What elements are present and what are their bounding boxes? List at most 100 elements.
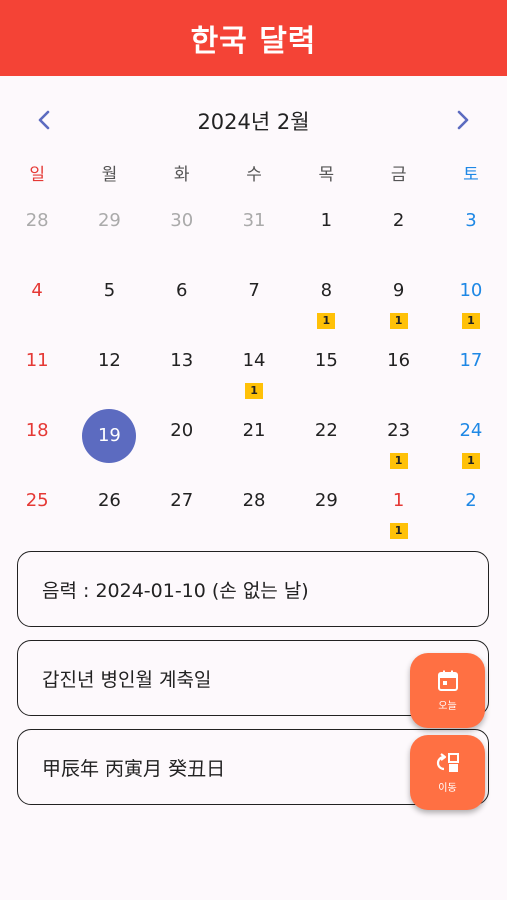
calendar-day[interactable]: 26 — [73, 479, 145, 549]
day-number: 9 — [392, 280, 405, 301]
weekday-fri: 금 — [390, 165, 407, 185]
day-number: 7 — [248, 280, 260, 301]
day-number: 26 — [97, 490, 121, 511]
day-number: 30 — [170, 210, 194, 231]
day-number: 22 — [314, 420, 338, 441]
day-number: 29 — [97, 210, 121, 231]
event-count-badge: 1 — [317, 313, 336, 329]
calendar-day[interactable]: 28 — [1, 199, 73, 269]
calendar-day[interactable]: 11 — [1, 339, 73, 409]
calendar-day[interactable]: 6 — [146, 269, 218, 339]
day-number: 28 — [25, 210, 49, 231]
move-button-label: 이동 — [438, 783, 457, 794]
day-number: 13 — [170, 350, 194, 371]
day-number: 23 — [387, 420, 411, 441]
app-bar: 한국 달력 — [0, 0, 507, 76]
day-number: 21 — [242, 420, 266, 441]
calendar-day[interactable]: 2 — [435, 479, 507, 549]
calendar-day[interactable]: 2 — [362, 199, 434, 269]
event-count-badge: 1 — [461, 313, 480, 329]
calendar-day[interactable]: 29 — [73, 199, 145, 269]
weekday-sat: 토 — [463, 165, 479, 185]
calendar-day[interactable]: 16 — [362, 339, 434, 409]
month-title: 2024년 2월 — [197, 110, 310, 134]
calendar-day[interactable]: 28 — [218, 479, 290, 549]
calendar-day[interactable]: 7 — [218, 269, 290, 339]
calendar-day[interactable]: 31 — [218, 199, 290, 269]
day-number: 20 — [170, 420, 194, 441]
today-button-label: 오늘 — [438, 701, 457, 712]
calendar-day[interactable]: 10 1 — [435, 269, 507, 339]
day-number: 4 — [31, 280, 43, 301]
day-number: 11 — [25, 350, 49, 371]
month-navigation: 2024년 2월 — [0, 98, 507, 142]
weekday-tue: 화 — [173, 165, 190, 185]
calendar-day[interactable]: 27 — [146, 479, 218, 549]
event-count-badge: 1 — [245, 383, 264, 399]
day-number: 28 — [242, 490, 266, 511]
weekday-thu: 목 — [318, 165, 335, 185]
day-number: 12 — [97, 350, 121, 371]
day-number: 25 — [25, 490, 49, 511]
calendar-days: 28 29 30 31 1 2 3 4 5 6 7 8 1 9 1 10 1 11 12 13 14 1 15 16 17 18 1… — [1, 199, 507, 549]
calendar-day[interactable]: 20 — [146, 409, 218, 479]
day-number: 17 — [459, 350, 483, 371]
ganji-korean-text: 갑진년 병인월 계축일 — [42, 668, 212, 691]
day-number: 19 — [97, 425, 121, 446]
day-number: 14 — [242, 350, 266, 371]
day-number: 29 — [314, 490, 338, 511]
calendar-day[interactable]: 23 1 — [362, 409, 434, 479]
next-month-button[interactable] — [441, 98, 485, 142]
calendar-day[interactable]: 29 — [290, 479, 362, 549]
calendar-day[interactable]: 24 1 — [435, 409, 507, 479]
calendar-day[interactable]: 13 — [146, 339, 218, 409]
calendar-day[interactable]: 30 — [146, 199, 218, 269]
weekday-header: 일 월 화 수 목 금 토 — [1, 155, 507, 195]
calendar-day[interactable]: 11 — [362, 479, 434, 549]
day-number: 3 — [465, 210, 477, 231]
day-number: 8 — [320, 280, 333, 301]
lunar-date-card: 음력 : 2024-01-10 (손 없는 날) — [17, 551, 489, 627]
weekday-mon: 월 — [101, 165, 118, 185]
weekday-sun: 일 — [29, 165, 45, 185]
calendar-day[interactable]: 17 — [435, 339, 507, 409]
event-count-badge: 1 — [461, 453, 480, 469]
calendar-day[interactable]: 12 — [73, 339, 145, 409]
app-title: 한국 달력 — [190, 24, 317, 59]
weekday-wed: 수 — [246, 165, 262, 185]
lunar-date-text: 음력 : 2024-01-10 (손 없는 날) — [42, 579, 309, 602]
calendar-day[interactable]: 14 1 — [218, 339, 290, 409]
day-number: 5 — [103, 280, 116, 301]
move-button[interactable]: 이동 — [410, 735, 485, 810]
day-number: 15 — [314, 350, 338, 371]
day-number: 2 — [465, 490, 477, 511]
calendar-day-today[interactable]: 19 — [73, 409, 145, 479]
day-number: 24 — [459, 420, 483, 441]
calendar-day[interactable]: 21 — [218, 409, 290, 479]
day-number: 1 — [392, 490, 405, 511]
day-number: 31 — [242, 210, 266, 231]
day-number: 6 — [176, 280, 188, 301]
calendar-day[interactable]: 18 — [1, 409, 73, 479]
event-count-badge: 1 — [389, 523, 408, 539]
calendar-grid: 일 월 화 수 목 금 토 28 29 30 31 1 2 3 4 5 6 7 8 1 9 1 10 1 11 12… — [1, 155, 507, 549]
calendar-icon — [437, 670, 458, 691]
day-number: 10 — [459, 280, 483, 301]
day-number: 16 — [387, 350, 411, 371]
calendar-day[interactable]: 15 — [290, 339, 362, 409]
calendar-day[interactable]: 1 — [290, 199, 362, 269]
calendar-day[interactable]: 91 — [362, 269, 434, 339]
calendar-day[interactable]: 81 — [290, 269, 362, 339]
calendar-day[interactable]: 3 — [435, 199, 507, 269]
calendar-day[interactable]: 25 — [1, 479, 73, 549]
day-number: 2 — [392, 210, 405, 231]
swap-icon — [436, 753, 459, 772]
today-button[interactable]: 오늘 — [410, 653, 485, 728]
calendar-day[interactable]: 22 — [290, 409, 362, 479]
ganji-hanja-text: 甲辰年 丙寅月 癸丑日 — [42, 757, 226, 780]
day-number: 18 — [25, 420, 49, 441]
calendar-day[interactable]: 4 — [1, 269, 73, 339]
event-count-badge: 1 — [389, 453, 408, 469]
calendar-day[interactable]: 5 — [73, 269, 145, 339]
day-number: 27 — [170, 490, 194, 511]
